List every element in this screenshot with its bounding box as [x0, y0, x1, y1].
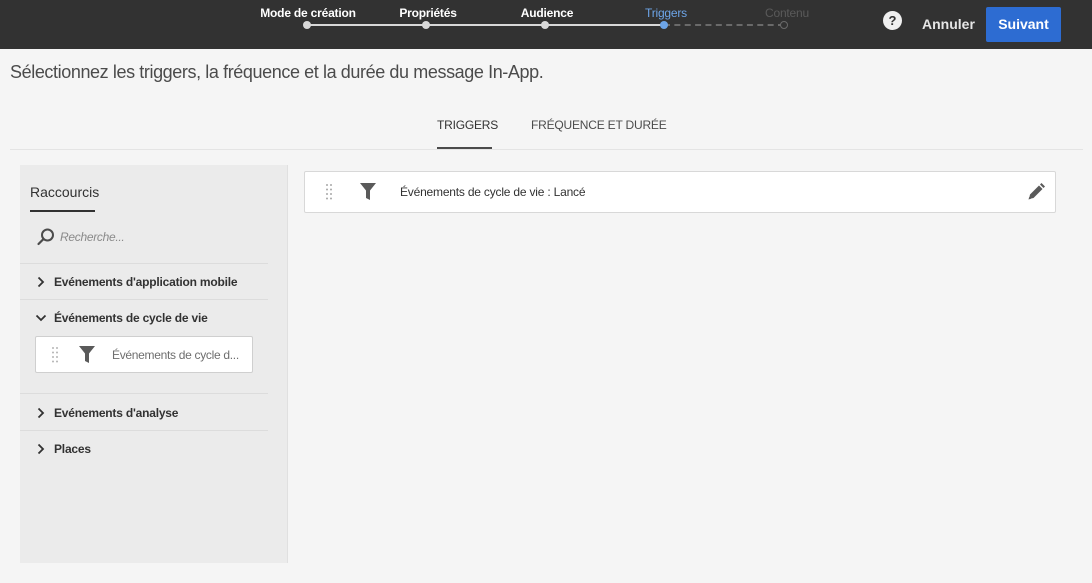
tab-frequence-duree[interactable]: FRÉQUENCE ET DURÉE — [531, 118, 667, 132]
filter-icon — [360, 183, 376, 200]
step-proprietes[interactable]: Propriétés — [399, 6, 457, 20]
step-audience[interactable]: Audience — [521, 6, 574, 20]
top-bar: Mode de création Propriétés Audience Tri… — [0, 0, 1092, 49]
tab-triggers[interactable]: TRIGGERS — [437, 118, 498, 132]
divider — [20, 263, 268, 264]
drag-handle-icon[interactable] — [325, 183, 333, 201]
help-icon[interactable]: ? — [883, 11, 902, 30]
shortcut-item-cycle-de-vie[interactable]: Événements de cycle d... — [35, 336, 253, 373]
group-evenements-cycle-de-vie[interactable]: Événements de cycle de vie — [34, 308, 208, 328]
divider — [20, 430, 268, 431]
step-dot-proprietes[interactable] — [422, 21, 430, 29]
progress-line-done — [307, 24, 664, 26]
cancel-button[interactable]: Annuler — [914, 13, 983, 35]
shortcut-item-label: Événements de cycle d... — [112, 348, 239, 362]
step-contenu: Contenu — [765, 6, 809, 20]
shortcuts-title[interactable]: Raccourcis — [30, 184, 99, 200]
chevron-right-icon — [37, 407, 45, 419]
chevron-down-icon — [35, 314, 47, 322]
step-dot-audience[interactable] — [541, 21, 549, 29]
group-label: Places — [54, 442, 91, 456]
progress-line-pending — [664, 24, 784, 26]
step-dot-triggers[interactable] — [660, 21, 668, 29]
group-label: Événements de cycle de vie — [54, 311, 208, 325]
group-evenements-application-mobile[interactable]: Evénements d'application mobile — [34, 272, 238, 292]
next-button[interactable]: Suivant — [986, 7, 1061, 42]
chevron-right-icon — [37, 276, 45, 288]
pencil-icon[interactable] — [1026, 182, 1046, 202]
tabs-divider — [10, 149, 1083, 150]
drag-handle-icon[interactable] — [51, 346, 59, 364]
step-triggers[interactable]: Triggers — [645, 6, 687, 20]
step-dot-mode-creation[interactable] — [303, 21, 311, 29]
divider — [20, 393, 268, 394]
chevron-right-icon — [37, 443, 45, 455]
trigger-label: Événements de cycle de vie : Lancé — [400, 185, 586, 199]
divider — [20, 299, 268, 300]
trigger-item[interactable]: Événements de cycle de vie : Lancé — [304, 171, 1056, 213]
step-dot-contenu — [780, 21, 788, 29]
search-input[interactable] — [60, 227, 260, 247]
group-places[interactable]: Places — [34, 439, 91, 459]
group-label: Evénements d'analyse — [54, 406, 179, 420]
search-icon — [37, 228, 54, 246]
shortcuts-title-underline — [30, 210, 95, 212]
group-evenements-analyse[interactable]: Evénements d'analyse — [34, 403, 178, 423]
group-label: Evénements d'application mobile — [54, 275, 238, 289]
shortcuts-panel: Raccourcis Evénements d'application mobi… — [20, 165, 288, 563]
page-title: Sélectionnez les triggers, la fréquence … — [10, 62, 544, 82]
step-mode-creation[interactable]: Mode de création — [260, 6, 356, 20]
filter-icon — [79, 346, 95, 363]
